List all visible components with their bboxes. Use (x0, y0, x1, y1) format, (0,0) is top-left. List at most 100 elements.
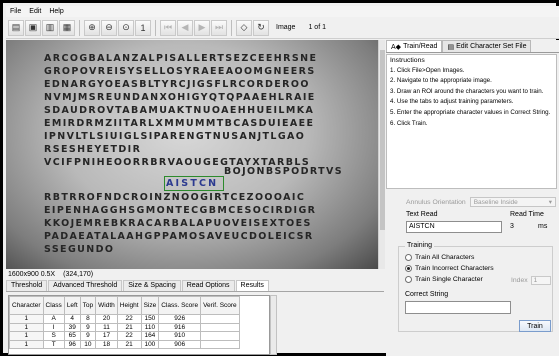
image-browser-icon[interactable]: ▥ (42, 19, 58, 36)
zoom-1-to-1-icon[interactable]: 1 (135, 19, 151, 36)
radio-button (405, 254, 412, 261)
scrollbar-thumb[interactable] (380, 50, 385, 230)
panel-tabs: A◆ Train/Read ▤ Edit Character Set File (386, 40, 559, 53)
status-bar: 1600x900 0.5X (324,170) (6, 269, 384, 280)
next-image-icon[interactable]: ▶ (194, 19, 210, 36)
tab-results[interactable]: Results (235, 280, 269, 291)
tab-label: Edit Character Set File (456, 43, 527, 50)
train-button[interactable]: Train (519, 320, 551, 332)
table-cell: 916 (158, 322, 202, 332)
table-cell (200, 322, 240, 332)
previous-image-icon[interactable]: ◀ (177, 19, 193, 36)
image-text-line: RBTRROFNDCROINZNOOGIRTCEZOOOAIC (44, 192, 306, 203)
tab-threshold[interactable]: Threshold (6, 280, 48, 291)
text-read-field[interactable]: AISTCN (406, 221, 502, 233)
open-image-icon[interactable]: ▤ (8, 19, 24, 36)
column-header[interactable]: Class (42, 296, 65, 315)
column-header[interactable]: Height (116, 296, 142, 315)
table-cell: 926 (158, 314, 202, 324)
instruction-step: 6. Click Train. (390, 119, 428, 127)
annulus-orientation: Annulus Orientation Baseline Inside ▾ (406, 197, 556, 207)
zoom-in-icon[interactable]: ⊕ (84, 19, 100, 36)
table-cell (200, 314, 240, 324)
column-header[interactable]: Top (79, 296, 97, 315)
annulus-orientation-value: Baseline Inside (473, 198, 518, 206)
radio-train-incorrect[interactable]: Train Incorrect Characters (405, 265, 494, 272)
image-text-line: EIPENHAGGHSGMONTECGBMCESOCIRDIGR (44, 205, 317, 216)
instruction-step: 5. Enter the appropriate character value… (390, 108, 551, 116)
annulus-orientation-label: Annulus Orientation (406, 198, 466, 206)
results-table: Character Class Left Top Width Height Si… (8, 295, 270, 355)
table-cell: A (42, 314, 65, 324)
chevron-down-icon: ▾ (548, 199, 552, 206)
table-cell: 150 (140, 314, 160, 324)
radio-train-single[interactable]: Train Single Character (405, 276, 483, 283)
settings-tabs: Threshold Advanced Threshold Size & Spac… (6, 280, 384, 292)
table-cell: 21 (116, 322, 142, 332)
tab-size-spacing[interactable]: Size & Spacing (123, 280, 181, 291)
menu-help[interactable]: Help (45, 8, 67, 15)
column-header[interactable]: Character (9, 296, 44, 315)
table-row[interactable]: 1 S 65 9 17 22 164 910 (9, 331, 240, 341)
training-legend: Training (405, 242, 435, 249)
index-stepper[interactable]: 1 (530, 276, 551, 285)
image-text-line: VCIFPNIHEOORRBRVAOUGEGTAYXTARBLS (44, 157, 311, 168)
image-vertical-scrollbar[interactable] (378, 40, 385, 269)
table-cell: 110 (140, 322, 160, 332)
app-window: File Edit Help ▤ ▣ ▥ ▦ ⊕ ⊖ ⊙ 1 ⏮ ◀ ▶ ⏭ ◇… (0, 0, 559, 356)
index-label: Index (511, 277, 528, 284)
zoom-fit-icon[interactable]: ⊙ (118, 19, 134, 36)
cursor-coordinates: (324,170) (63, 271, 94, 278)
menu-file[interactable]: File (6, 8, 25, 15)
toolbar: ▤ ▣ ▥ ▦ ⊕ ⊖ ⊙ 1 ⏮ ◀ ▶ ⏭ ◇ ↻ Image 1 of 1 (6, 17, 559, 39)
correct-string-input[interactable] (405, 301, 511, 314)
zoom-out-icon[interactable]: ⊖ (101, 19, 117, 36)
menu-edit[interactable]: Edit (25, 8, 45, 15)
image-label: Image (276, 24, 296, 31)
text-read-label: Text Read (406, 211, 438, 218)
last-image-icon[interactable]: ⏭ (211, 19, 227, 36)
table-cell: 18 (95, 339, 118, 349)
table-cell: 20 (95, 314, 118, 324)
column-header[interactable]: Verif. Score (200, 296, 240, 315)
table-cell: 10 (79, 339, 97, 349)
tab-label: Train/Read (403, 43, 438, 50)
image-text-line: PADAEATALAAHGPPAMOSAVEUCDOLEICSR (44, 231, 314, 242)
menu-bar: File Edit Help (6, 6, 559, 17)
annulus-orientation-select[interactable]: Baseline Inside ▾ (469, 197, 556, 207)
edit-file-icon: ▤ (447, 43, 455, 51)
table-cell: T (42, 339, 65, 349)
table-cell: 39 (63, 322, 81, 332)
table-row[interactable]: 1 T 96 10 18 21 100 906 (9, 339, 240, 349)
tab-edit-character-set[interactable]: ▤ Edit Character Set File (442, 40, 532, 52)
save-icon[interactable]: ▣ (25, 19, 41, 36)
image-display[interactable]: ARCOGBALANZALPISALLERTSEZCEEHRSNE GROPOV… (6, 40, 378, 269)
print-icon[interactable]: ▦ (59, 19, 75, 36)
table-cell: 22 (116, 331, 142, 341)
roi-rotate-icon[interactable]: ↻ (253, 19, 269, 36)
roi-rectangle-icon[interactable]: ◇ (236, 19, 252, 36)
column-header[interactable]: Width (95, 296, 118, 315)
table-row[interactable]: 1 A 4 8 20 22 150 926 (9, 314, 240, 324)
table-cell: 96 (63, 339, 81, 349)
toolbar-divider (231, 19, 232, 36)
instructions-box: Instructions 1. Click File>Open Images. … (386, 54, 557, 189)
table-cell: 1 (9, 314, 44, 324)
roi-characters: AISTCN (166, 178, 219, 189)
image-text-line: IPNVLTLSIUIGLSIPARENGTNUSANJTLGAO (44, 131, 306, 142)
tab-train-read[interactable]: A◆ Train/Read (386, 40, 443, 52)
table-cell: 11 (95, 322, 118, 332)
column-header[interactable]: Left (63, 296, 81, 315)
column-header[interactable]: Class. Score (158, 296, 202, 315)
image-text-line: SSEGUNDO (44, 244, 115, 255)
column-header[interactable]: Size (140, 296, 160, 315)
table-row[interactable]: 1 I 39 9 11 21 110 916 (9, 322, 240, 332)
tab-advanced-threshold[interactable]: Advanced Threshold (48, 280, 123, 291)
tab-read-options[interactable]: Read Options (181, 280, 235, 291)
first-image-icon[interactable]: ⏮ (160, 19, 176, 36)
radio-train-all[interactable]: Train All Characters (405, 254, 474, 261)
instruction-step: 2. Navigate to the appropriate image. (390, 77, 492, 85)
image-text-line: RSESHEYETDIR (44, 144, 142, 155)
radio-label: Train All Characters (415, 254, 475, 261)
results-scrollbar[interactable] (270, 295, 277, 355)
